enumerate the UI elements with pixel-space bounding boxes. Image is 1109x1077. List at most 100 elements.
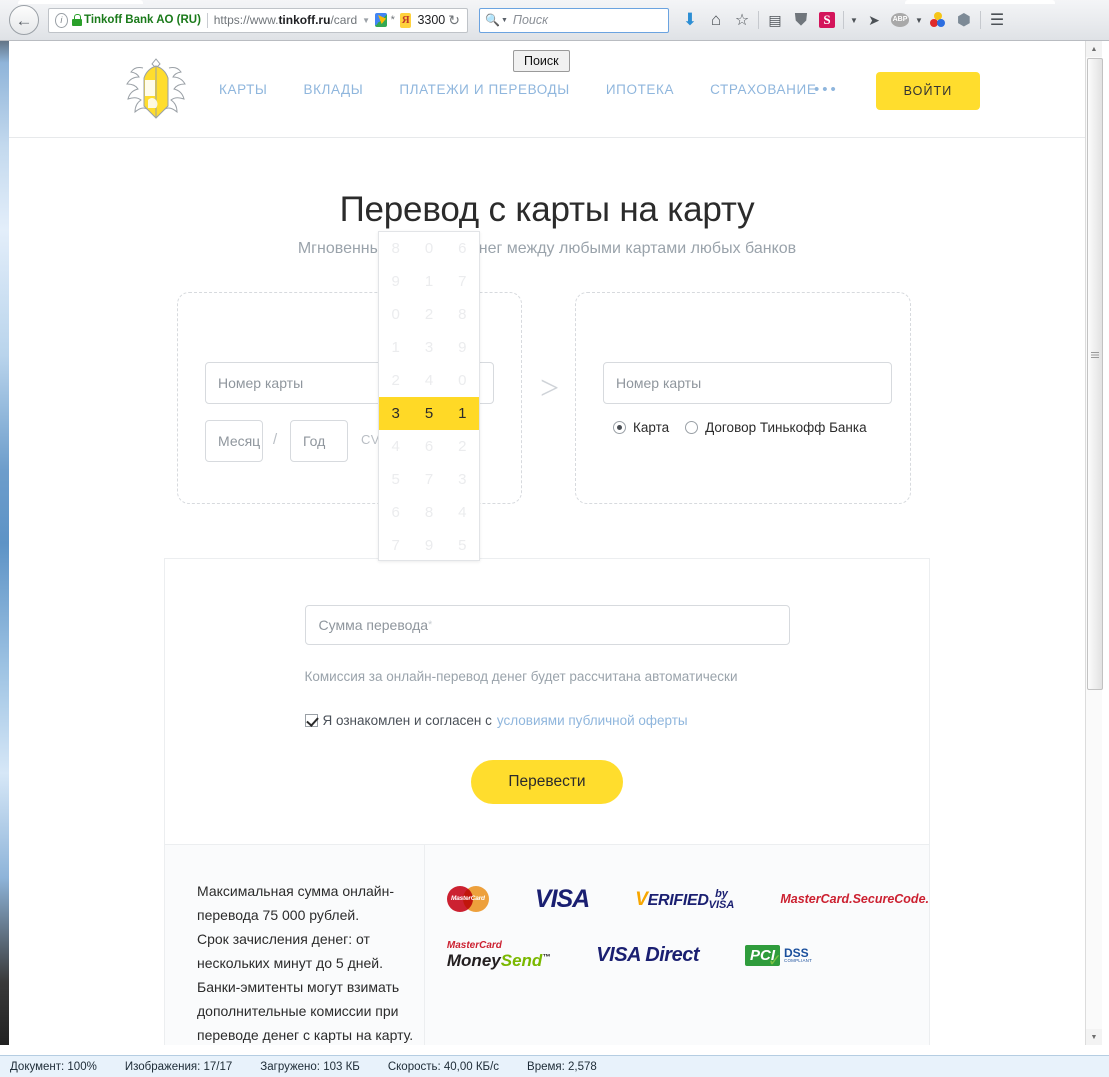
- bookmark-star-icon[interactable]: ☆: [729, 7, 755, 33]
- radio-option-contract[interactable]: Договор Тинькофф Банка: [685, 420, 867, 435]
- picker-row-6[interactable]: 462: [379, 430, 479, 463]
- bookmark-star-icon[interactable]: *: [391, 14, 395, 26]
- scroll-up-arrow-icon[interactable]: ▲: [1086, 41, 1102, 57]
- nav-item-deposits[interactable]: ВКЛАДЫ: [303, 82, 363, 97]
- picker-row-5[interactable]: 351: [379, 397, 479, 430]
- browser-search-box[interactable]: 🔍 ▼ Поиск: [479, 7, 669, 33]
- picker-digit[interactable]: 9: [412, 537, 445, 554]
- required-mark: *: [428, 619, 433, 631]
- download-icon[interactable]: ⬇: [677, 7, 703, 33]
- picker-row-7[interactable]: 573: [379, 463, 479, 496]
- picker-digit[interactable]: 8: [412, 504, 445, 521]
- scroll-down-arrow-icon[interactable]: ▼: [1086, 1029, 1102, 1045]
- reload-icon[interactable]: ↻: [445, 12, 463, 29]
- savefrom-icon[interactable]: S: [814, 7, 840, 33]
- address-bar[interactable]: i Tinkoff Bank AO (RU) https://www.tinko…: [48, 7, 468, 33]
- picker-digit[interactable]: 2: [379, 372, 412, 389]
- picker-digit[interactable]: 0: [446, 372, 479, 389]
- picker-digit[interactable]: 5: [379, 471, 412, 488]
- picker-digit[interactable]: 9: [379, 273, 412, 290]
- home-icon[interactable]: ⌂: [703, 7, 729, 33]
- picker-row-8[interactable]: 684: [379, 496, 479, 529]
- picker-digit[interactable]: 5: [446, 537, 479, 554]
- google-icon[interactable]: [375, 13, 387, 27]
- tab-stub-left[interactable]: [18, 0, 143, 4]
- chevron-down-icon[interactable]: ▼: [362, 16, 370, 25]
- transfer-submit-button[interactable]: Перевести: [471, 760, 623, 804]
- status-document: Документ: 100%: [10, 1060, 97, 1073]
- info-text-column: Максимальная сумма онлайн-перевода 75 00…: [165, 845, 425, 1045]
- picker-row-3[interactable]: 139: [379, 331, 479, 364]
- shield-icon[interactable]: ⛊: [788, 7, 814, 33]
- picker-row-9[interactable]: 795: [379, 529, 479, 560]
- reading-list-icon[interactable]: ▤: [762, 7, 788, 33]
- tinkoff-crest-logo[interactable]: [111, 54, 201, 124]
- color-dots-icon[interactable]: [925, 7, 951, 33]
- picker-digit[interactable]: 2: [446, 438, 479, 455]
- hamburger-menu-icon[interactable]: ☰: [984, 7, 1010, 33]
- scrollbar-thumb[interactable]: [1087, 58, 1103, 690]
- mastercard-logo: MasterCard: [446, 886, 489, 912]
- expiry-separator: /: [273, 431, 278, 448]
- picker-digit[interactable]: 1: [446, 405, 479, 422]
- public-offer-link[interactable]: условиями публичной оферты: [497, 713, 688, 728]
- picker-digit[interactable]: 8: [446, 306, 479, 323]
- search-engine-caret-icon[interactable]: ▼: [501, 17, 508, 24]
- picker-digit[interactable]: 3: [412, 339, 445, 356]
- picker-digit[interactable]: 1: [379, 339, 412, 356]
- login-button[interactable]: ВОЙТИ: [876, 72, 980, 110]
- picker-digit[interactable]: 7: [446, 273, 479, 290]
- picker-digit[interactable]: 0: [412, 240, 445, 257]
- picker-digit[interactable]: 7: [379, 537, 412, 554]
- picker-digit[interactable]: 1: [412, 273, 445, 290]
- picker-digit[interactable]: 3: [379, 405, 412, 422]
- amount-input[interactable]: Сумма перевода *: [304, 605, 790, 645]
- picker-digit[interactable]: 3: [446, 471, 479, 488]
- info-icon[interactable]: i: [55, 12, 68, 28]
- target-card-number-input[interactable]: Номер карты: [603, 362, 892, 404]
- picker-digit[interactable]: 0: [379, 306, 412, 323]
- telegram-send-icon[interactable]: ➤: [861, 7, 887, 33]
- picker-row-0[interactable]: 806: [379, 232, 479, 265]
- picker-row-1[interactable]: 917: [379, 265, 479, 298]
- dropdown-caret-icon[interactable]: ▼: [847, 7, 861, 33]
- radio-option-card[interactable]: Карта: [613, 420, 669, 435]
- picker-digit[interactable]: 6: [379, 504, 412, 521]
- picker-row-2[interactable]: 028: [379, 298, 479, 331]
- nav-item-cards[interactable]: КАРТЫ: [219, 82, 267, 97]
- search-input-placeholder[interactable]: Поиск: [513, 13, 548, 27]
- abp-caret-icon[interactable]: ▼: [913, 7, 925, 33]
- back-button[interactable]: ←: [9, 5, 39, 35]
- expiry-year-input[interactable]: Год: [290, 420, 348, 462]
- picker-digit[interactable]: 9: [446, 339, 479, 356]
- picker-digit[interactable]: 4: [379, 438, 412, 455]
- agreement-checkbox[interactable]: [304, 714, 318, 727]
- nav-item-insurance[interactable]: СТРАХОВАНИЕ: [710, 82, 816, 97]
- picker-digit[interactable]: 7: [412, 471, 445, 488]
- picker-digit[interactable]: 5: [412, 405, 445, 422]
- nav-more-icon[interactable]: •••: [814, 41, 839, 137]
- radio-contract-icon: [685, 421, 699, 434]
- page-scrollbar[interactable]: ▲ ▼: [1085, 41, 1103, 1045]
- nav-item-mortgage[interactable]: ИПОТЕКА: [606, 82, 674, 97]
- expiry-month-input[interactable]: Месяц: [205, 420, 263, 462]
- picker-digit[interactable]: 2: [412, 306, 445, 323]
- nav-item-payments[interactable]: ПЛАТЕЖИ И ПЕРЕВОДЫ: [399, 82, 570, 97]
- picker-row-4[interactable]: 240: [379, 364, 479, 397]
- adblock-plus-icon[interactable]: ABP: [887, 7, 913, 33]
- page-viewport: Поиск КАРТЫ ВКЛАДЫ ПЛАТЕЖИ И ПЕРЕВОДЫ ИП…: [9, 41, 1085, 1045]
- status-loaded: Загружено: 103 КБ: [260, 1060, 360, 1073]
- picker-digit[interactable]: 8: [379, 240, 412, 257]
- gear-hex-icon[interactable]: ⬢: [951, 7, 977, 33]
- picker-digit[interactable]: 4: [446, 504, 479, 521]
- info-card: Максимальная сумма онлайн-перевода 75 00…: [164, 844, 930, 1045]
- transfer-panels: > Номер карты Месяц / Год CVC Номер карт…: [9, 292, 1085, 512]
- offer-agreement-row[interactable]: Я ознакомлен и согласен с условиями публ…: [304, 713, 790, 728]
- picker-digit[interactable]: 6: [446, 240, 479, 257]
- picker-digit[interactable]: 4: [412, 372, 445, 389]
- scrollbar-grip: [1091, 352, 1099, 359]
- picker-digit[interactable]: 6: [412, 438, 445, 455]
- tab-stub-right[interactable]: [905, 0, 1055, 4]
- number-picker-overlay[interactable]: 806917028139240351462573684795: [378, 231, 480, 561]
- yandex-icon[interactable]: Я: [399, 12, 412, 28]
